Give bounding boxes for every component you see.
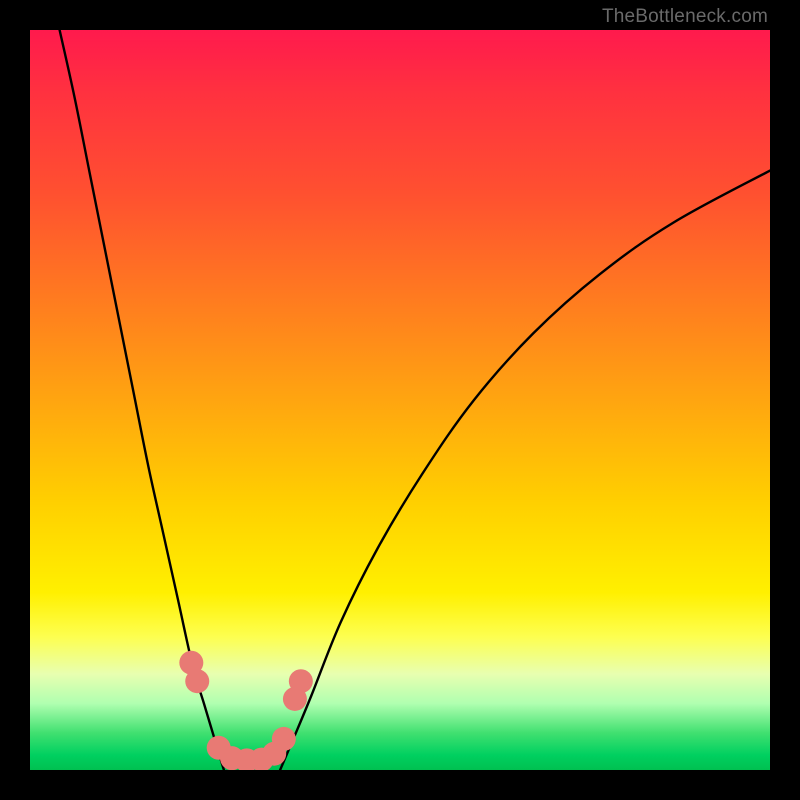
watermark-text: TheBottleneck.com	[602, 6, 768, 28]
markers-group	[179, 651, 313, 770]
plot-area	[30, 30, 770, 770]
curve-curve-right	[280, 171, 770, 770]
marker-dot	[272, 727, 296, 751]
marker-dot	[185, 669, 209, 693]
curves-group	[60, 30, 770, 770]
chart-svg	[30, 30, 770, 770]
marker-dot	[289, 669, 313, 693]
